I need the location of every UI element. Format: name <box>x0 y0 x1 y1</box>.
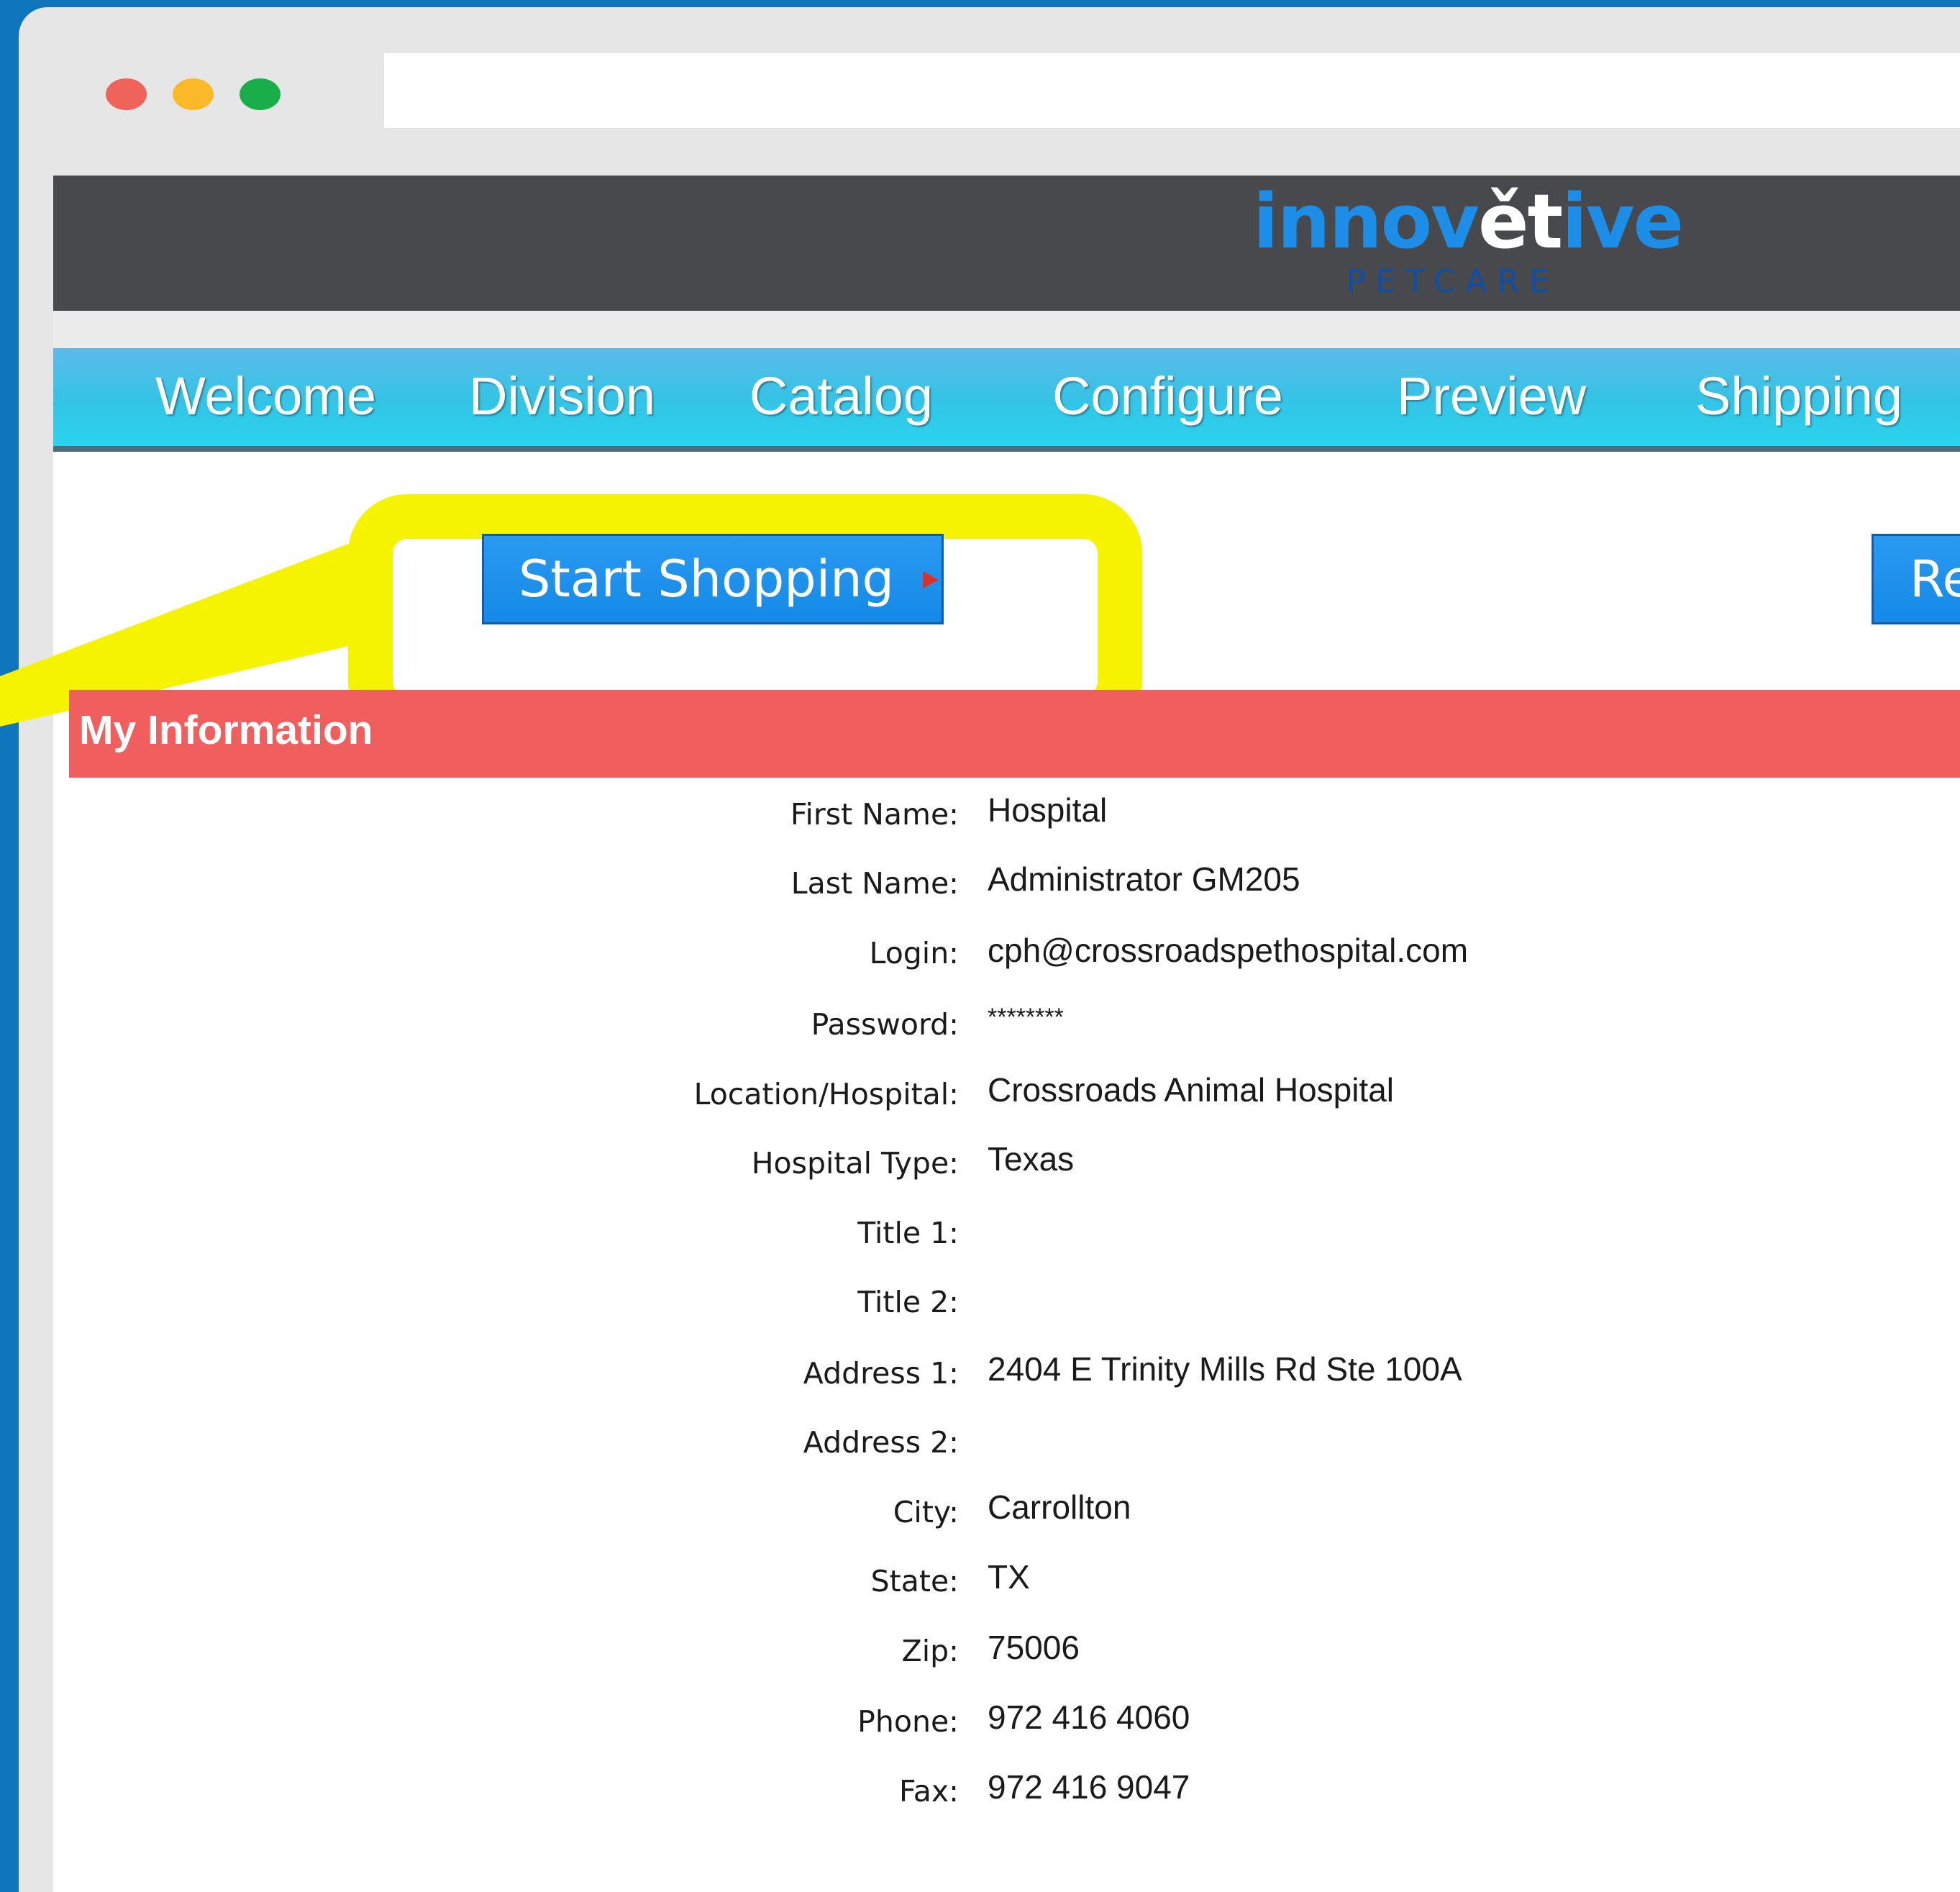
value-state: TX <box>988 1558 1030 1596</box>
label-first-name: First Name: <box>790 797 959 832</box>
label-phone: Phone: <box>857 1704 959 1739</box>
value-hospital-type: Texas <box>988 1140 1075 1178</box>
info-fields: First Name: Hospital Last Name: Administ… <box>0 0 1960 1847</box>
label-city: City: <box>893 1495 959 1529</box>
label-title-2: Title 2: <box>857 1285 959 1319</box>
value-phone: 972 416 4060 <box>988 1698 1190 1736</box>
label-state: State: <box>870 1564 959 1598</box>
label-address-2: Address 2: <box>803 1425 959 1460</box>
value-zip: 75006 <box>988 1629 1080 1666</box>
label-hospital-type: Hospital Type: <box>751 1146 959 1181</box>
label-title-1: Title 1: <box>857 1216 959 1250</box>
label-address-1: Address 1: <box>803 1356 959 1391</box>
value-login: cph@crossroadspethospital.com <box>988 932 1469 969</box>
label-last-name: Last Name: <box>790 866 959 901</box>
value-last-name: Administrator GM205 <box>988 860 1300 898</box>
value-location-hospital: Crossroads Animal Hospital <box>988 1071 1395 1109</box>
value-first-name: Hospital <box>988 791 1108 829</box>
value-address-1: 2404 E Trinity Mills Rd Ste 100A <box>988 1350 1462 1388</box>
value-fax: 972 416 9047 <box>988 1768 1190 1806</box>
label-fax: Fax: <box>898 1774 959 1809</box>
label-location-hospital: Location/Hospital: <box>693 1077 959 1111</box>
value-password: ******** <box>988 1004 1064 1031</box>
label-password: Password: <box>811 1007 959 1042</box>
label-zip: Zip: <box>901 1634 959 1668</box>
label-login: Login: <box>869 936 959 970</box>
value-city: Carrollton <box>988 1488 1131 1526</box>
